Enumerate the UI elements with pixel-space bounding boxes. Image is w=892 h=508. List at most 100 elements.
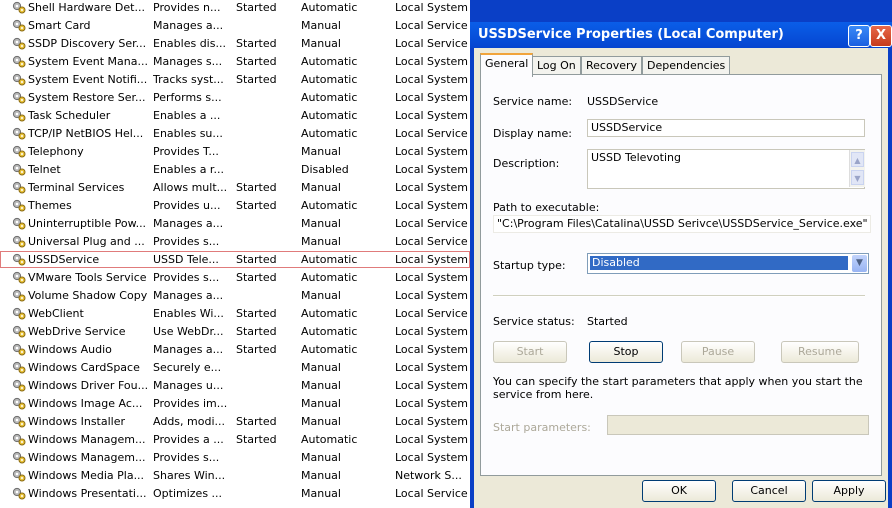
start-params-field[interactable]: [607, 415, 869, 435]
help-icon[interactable]: ?: [848, 25, 870, 47]
service-logon-cell: Local System: [395, 433, 469, 446]
gear-icon: [12, 361, 26, 374]
table-row[interactable]: Telephony Provides T... Manual Local System: [0, 143, 470, 160]
pause-button[interactable]: Pause: [681, 341, 755, 363]
dialog-title-bar[interactable]: USSDService Properties (Local Computer) …: [470, 22, 892, 48]
service-name-cell: Themes: [28, 199, 72, 212]
table-row[interactable]: USSDService USSD Tele... Started Automatic L…: [0, 251, 470, 268]
table-row[interactable]: Windows Media Pla... Shares Win... Manual N…: [0, 467, 470, 484]
gear-icon: [12, 163, 26, 176]
table-row[interactable]: System Restore Ser... Performs s... Automa…: [0, 89, 470, 106]
table-row[interactable]: VMware Tools Service Provides s... Started…: [0, 269, 470, 286]
services-list[interactable]: Shell Hardware Det... Provides n... Starte…: [0, 0, 470, 508]
scroll-up-icon[interactable]: ▲: [851, 152, 864, 167]
stop-button[interactable]: Stop: [589, 341, 663, 363]
table-row[interactable]: TCP/IP NetBIOS Hel... Enables su... Automa…: [0, 125, 470, 142]
service-startup-cell: Manual: [301, 487, 341, 500]
table-row[interactable]: Terminal Services Allows mult... Started Ma…: [0, 179, 470, 196]
service-startup-cell: Manual: [301, 451, 341, 464]
service-description-cell: Manages a...: [153, 217, 224, 230]
general-tab-panel: Service name: USSDService Display name: …: [480, 74, 882, 476]
service-logon-cell: Local System: [395, 73, 469, 86]
service-logon-cell: Local Service: [395, 235, 468, 248]
tab-log-on[interactable]: Log On: [532, 56, 581, 75]
table-row[interactable]: Themes Provides u... Started Automatic Local…: [0, 197, 470, 214]
startup-type-label: Startup type:: [493, 259, 566, 272]
table-row[interactable]: Shell Hardware Det... Provides n... Starte…: [0, 0, 470, 16]
service-description-cell: Use WebDr...: [153, 325, 224, 338]
properties-dialog: USSDService Properties (Local Computer) …: [470, 0, 892, 508]
apply-button[interactable]: Apply: [812, 480, 886, 502]
tab-general[interactable]: General: [480, 53, 534, 77]
service-logon-cell: Local Service: [395, 307, 468, 320]
chevron-down-icon[interactable]: ▼: [852, 255, 867, 272]
table-row[interactable]: Windows Managem... Provides a ... Started A…: [0, 431, 470, 448]
service-logon-cell: Local System: [395, 397, 469, 410]
startup-type-select[interactable]: Disabled ▼: [587, 253, 869, 274]
gear-icon: [12, 145, 26, 158]
ok-button[interactable]: OK: [642, 480, 716, 502]
table-row[interactable]: Windows Audio Manages a... Started Automati…: [0, 341, 470, 358]
table-row[interactable]: Uninterruptible Pow... Manages a... Manual…: [0, 215, 470, 232]
service-status-cell: Started: [236, 307, 277, 320]
table-row[interactable]: Windows Driver Fou... Manages u... Manual L…: [0, 377, 470, 394]
service-description-cell: Manages a...: [153, 343, 224, 356]
service-startup-cell: Manual: [301, 19, 341, 32]
table-row[interactable]: WebClient Enables Wi... Started Automatic Lo…: [0, 305, 470, 322]
service-description-cell: Securely e...: [153, 361, 222, 374]
service-logon-cell: Local System: [395, 451, 469, 464]
table-row[interactable]: Smart Card Manages a... Manual Local Servic…: [0, 17, 470, 34]
service-description-cell: Provides u...: [153, 199, 221, 212]
service-description-cell: Enables dis...: [153, 37, 226, 50]
display-name-field[interactable]: USSDService: [587, 119, 865, 137]
service-logon-cell: Local System: [395, 181, 469, 194]
start-button[interactable]: Start: [493, 341, 567, 363]
scroll-down-icon[interactable]: ▼: [851, 170, 864, 185]
table-row[interactable]: System Event Mana... Manages s... Started A…: [0, 53, 470, 70]
gear-icon: [12, 181, 26, 194]
service-description-cell: Provides s...: [153, 271, 220, 284]
service-startup-cell: Automatic: [301, 127, 358, 140]
gear-icon: [12, 1, 26, 14]
tab-recovery[interactable]: Recovery: [581, 56, 643, 75]
table-row[interactable]: Windows CardSpace Securely e... Manual Loca…: [0, 359, 470, 376]
gear-icon: [12, 109, 26, 122]
service-startup-cell: Manual: [301, 217, 341, 230]
close-icon[interactable]: X: [870, 25, 892, 47]
service-description-cell: Manages s...: [153, 55, 223, 68]
service-name-cell: WebClient: [28, 307, 84, 320]
service-startup-cell: Disabled: [301, 163, 349, 176]
gear-icon: [12, 217, 26, 230]
table-row[interactable]: System Event Notifi... Tracks syst... Star…: [0, 71, 470, 88]
service-name-cell: Universal Plug and ...: [28, 235, 145, 248]
table-row[interactable]: Universal Plug and ... Provides s... Manua…: [0, 233, 470, 250]
service-description-cell: Adds, modi...: [153, 415, 225, 428]
service-name-cell: Windows CardSpace: [28, 361, 140, 374]
table-row[interactable]: Telnet Enables a r... Disabled Local System: [0, 161, 470, 178]
description-field[interactable]: USSD Televoting: [587, 149, 865, 189]
service-startup-cell: Automatic: [301, 253, 358, 266]
description-scrollbar[interactable]: ▲ ▼: [849, 150, 865, 187]
table-row[interactable]: Windows Presentati... Optimizes ... Manual…: [0, 485, 470, 502]
resume-button[interactable]: Resume: [781, 341, 859, 363]
table-row[interactable]: Windows Image Ac... Provides im... Manual L…: [0, 395, 470, 412]
service-startup-cell: Manual: [301, 145, 341, 158]
cancel-button[interactable]: Cancel: [732, 480, 806, 502]
table-row[interactable]: WebDrive Service Use WebDr... Started Autom…: [0, 323, 470, 340]
table-row[interactable]: Task Scheduler Enables a ... Automatic Loca…: [0, 107, 470, 124]
tab-dependencies[interactable]: Dependencies: [642, 56, 731, 75]
table-row[interactable]: Windows Managem... Provides s... Manual Loc…: [0, 449, 470, 466]
gear-icon: [12, 325, 26, 338]
service-name-cell: Smart Card: [28, 19, 91, 32]
table-row[interactable]: SSDP Discovery Ser... Enables dis... Start…: [0, 35, 470, 52]
service-logon-cell: Local System: [395, 253, 469, 266]
service-status-cell: Started: [236, 1, 277, 14]
service-name-cell: Telnet: [28, 163, 61, 176]
service-startup-cell: Automatic: [301, 109, 358, 122]
table-row[interactable]: Volume Shadow Copy Manages a... Manual Loca…: [0, 287, 470, 304]
table-row[interactable]: Windows Installer Adds, modi... Started Man…: [0, 413, 470, 430]
dialog-body: General Log On Recovery Dependencies Ser…: [474, 48, 888, 508]
service-logon-cell: Local System: [395, 415, 469, 428]
description-text: USSD Televoting: [591, 151, 681, 164]
service-startup-cell: Manual: [301, 289, 341, 302]
